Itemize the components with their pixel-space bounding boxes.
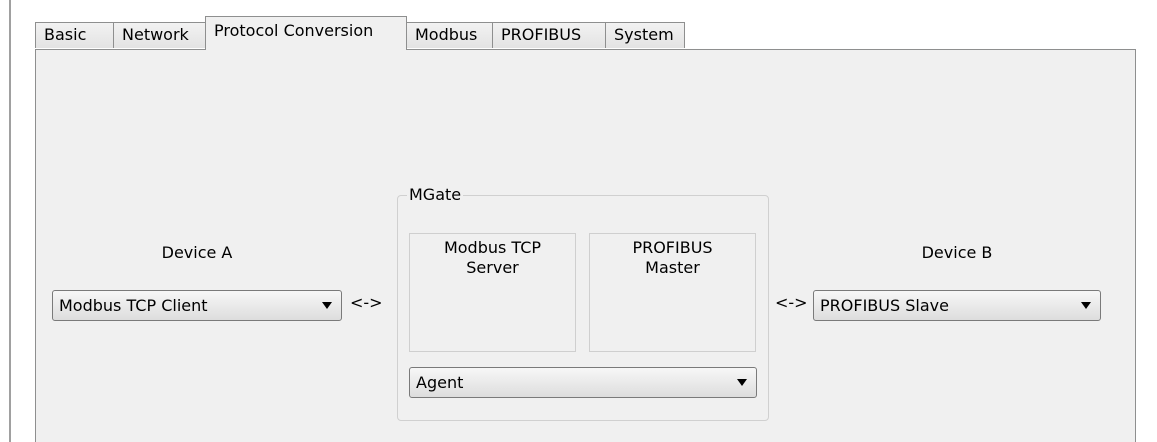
device-b-select-value: PROFIBUS Slave xyxy=(820,296,949,315)
mgate-mode-select-value: Agent xyxy=(416,373,464,392)
chevron-down-icon xyxy=(737,379,747,386)
right-link-arrow: <-> xyxy=(775,293,808,312)
tab-bar: Basic Network Protocol Conversion Modbus… xyxy=(35,16,1137,50)
tab-modbus[interactable]: Modbus xyxy=(406,22,493,48)
tab-system[interactable]: System xyxy=(605,22,685,48)
mgate-title: MGate xyxy=(407,185,464,204)
tab-protocol-conversion[interactable]: Protocol Conversion xyxy=(205,16,407,50)
mgate-right-role-line2: Master xyxy=(645,258,700,277)
window: Basic Network Protocol Conversion Modbus… xyxy=(0,0,1157,442)
mgate-mode-select[interactable]: Agent xyxy=(409,367,757,398)
device-b-label: Device B xyxy=(921,243,993,262)
chevron-down-icon xyxy=(1081,302,1091,309)
mgate-right-role: PROFIBUS Master xyxy=(589,233,756,352)
left-border xyxy=(9,0,11,442)
tab-network[interactable]: Network xyxy=(113,22,206,48)
mgate-right-role-line1: PROFIBUS xyxy=(632,238,713,257)
device-a-select-value: Modbus TCP Client xyxy=(59,296,208,315)
tab-profibus[interactable]: PROFIBUS xyxy=(492,22,606,48)
left-link-arrow: <-> xyxy=(350,293,383,312)
device-a-select[interactable]: Modbus TCP Client xyxy=(52,290,342,321)
tab-basic[interactable]: Basic xyxy=(35,22,114,48)
device-a-label: Device A xyxy=(161,243,233,262)
mgate-left-role: Modbus TCP Server xyxy=(409,233,576,352)
mgate-left-role-line2: Server xyxy=(466,258,519,277)
mgate-left-role-line1: Modbus TCP xyxy=(443,238,542,257)
chevron-down-icon xyxy=(322,302,332,309)
device-b-select[interactable]: PROFIBUS Slave xyxy=(813,290,1101,321)
